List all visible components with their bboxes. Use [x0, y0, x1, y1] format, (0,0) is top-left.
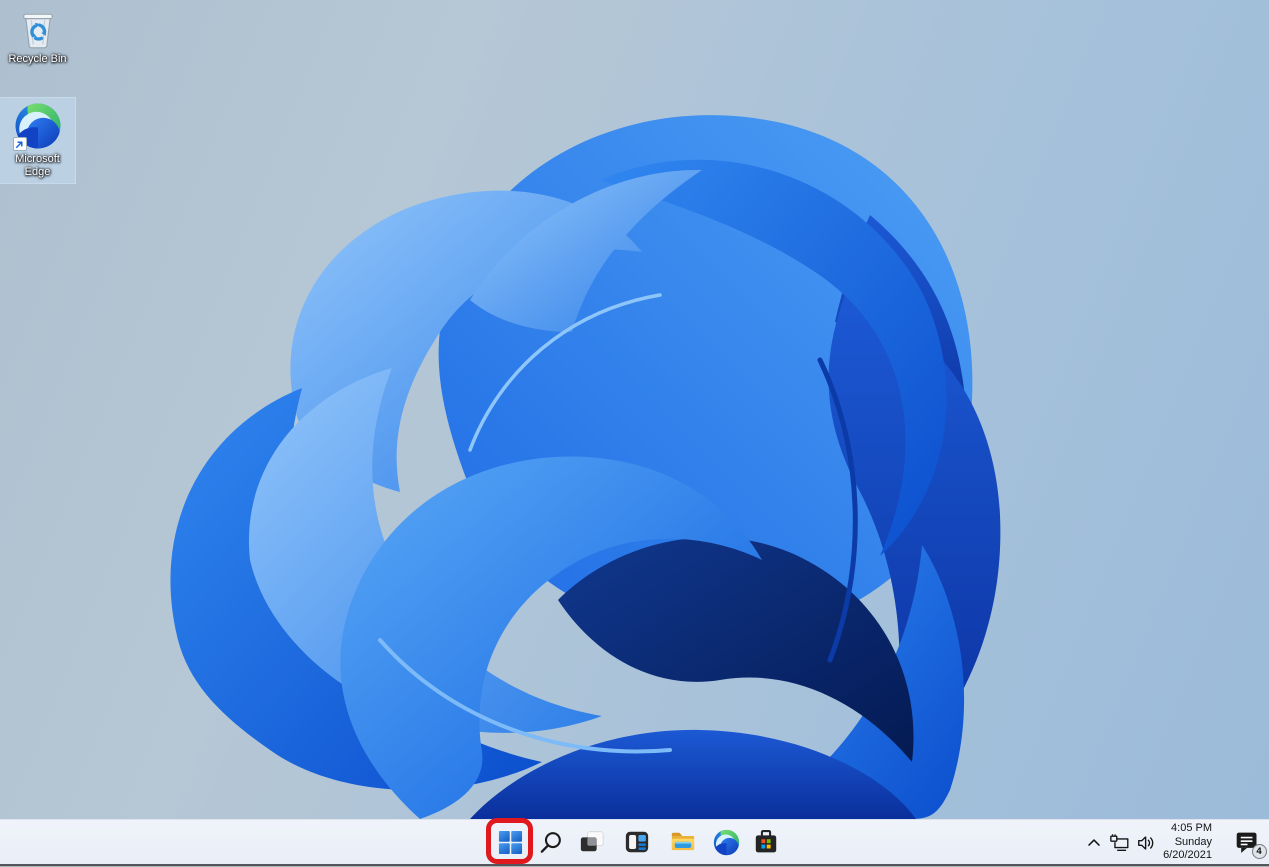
widgets-button[interactable] — [617, 822, 657, 862]
clock-date: 6/20/2021 — [1163, 849, 1212, 861]
windows-logo-icon — [498, 830, 522, 854]
shortcut-arrow-icon — [12, 137, 27, 151]
search-button[interactable] — [530, 822, 570, 862]
speaker-icon — [1137, 835, 1153, 850]
file-explorer-button[interactable] — [663, 822, 703, 862]
volume-tray-button[interactable] — [1133, 824, 1160, 861]
clock-time: 4:05 PM — [1171, 822, 1212, 834]
taskbar: 4:05 PM Sunday 6/20/2021 4 — [0, 819, 1269, 864]
bloom-wallpaper — [170, 115, 1001, 819]
taskbar-clock[interactable]: 4:05 PM Sunday 6/20/2021 — [1163, 822, 1212, 863]
microsoft-store-button[interactable] — [746, 822, 786, 862]
edge-taskbar-button[interactable] — [706, 822, 746, 862]
task-view-icon — [580, 831, 604, 852]
recycle-bin-icon — [16, 6, 60, 50]
microsoft-store-icon — [755, 830, 777, 853]
show-hidden-icons-button[interactable] — [1082, 824, 1106, 861]
recycle-bin-label: Recycle Bin — [8, 53, 67, 65]
edge-logo-icon — [12, 102, 62, 151]
task-view-button[interactable] — [572, 822, 612, 862]
search-icon — [540, 831, 561, 853]
chevron-up-icon — [1088, 838, 1100, 846]
network-ethernet-icon — [1109, 833, 1128, 851]
notification-badge: 4 — [1251, 844, 1267, 859]
edge-label: Microsoft Edge — [15, 153, 60, 178]
edge-icon — [713, 829, 739, 855]
clock-day: Sunday — [1174, 835, 1212, 848]
start-button[interactable] — [490, 822, 530, 862]
desktop-area[interactable]: Recycle Bin Microsoft Edge — [0, 0, 1269, 819]
desktop-icon-recycle-bin[interactable]: Recycle Bin — [0, 2, 75, 66]
desktop-icon-microsoft-edge[interactable]: Microsoft Edge — [0, 97, 76, 184]
file-explorer-icon — [671, 832, 695, 851]
windows-11-desktop: Recycle Bin Microsoft Edge 4:05 PM Sunda… — [0, 0, 1269, 867]
widgets-icon — [625, 831, 649, 853]
network-tray-button[interactable] — [1106, 824, 1133, 861]
notification-center-button[interactable]: 4 — [1229, 824, 1267, 861]
